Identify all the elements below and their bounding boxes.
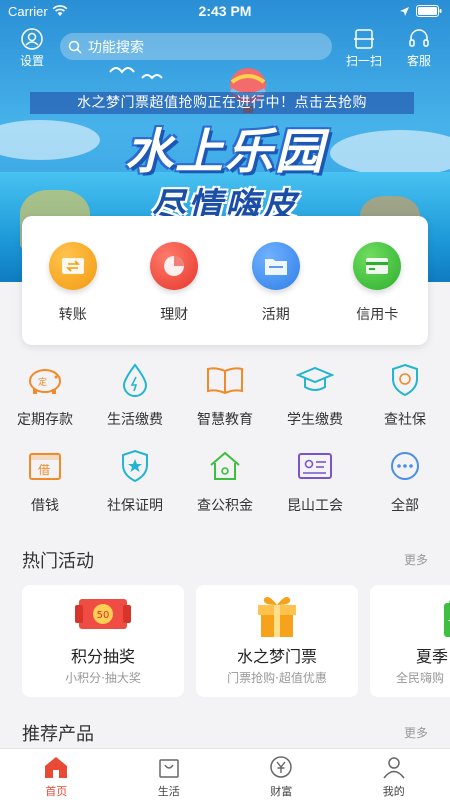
service-kunshan-union[interactable]: 昆山工会	[270, 448, 360, 534]
recommended-title: 推荐产品	[22, 724, 94, 745]
tab-home[interactable]: 首页	[0, 749, 113, 800]
service-label: 全部	[391, 498, 419, 514]
customer-service-button[interactable]: 客服	[399, 28, 439, 69]
activity-title: 积分抽奖	[70, 647, 135, 666]
id-card-icon	[295, 448, 335, 484]
quick-action-label: 理财	[160, 307, 189, 323]
settings-button[interactable]: 设置	[12, 28, 52, 69]
tab-wealth[interactable]: 财富	[225, 749, 338, 800]
quick-actions-card: 转账 理财 活期 信用卡	[22, 216, 428, 345]
water-drop-icon	[115, 362, 155, 398]
shopping-bag-icon	[370, 593, 450, 639]
promo-marquee[interactable]: 水之梦门票超值抢购正在进行中！点击去抢购	[30, 92, 414, 114]
piggy-bank-icon: 定	[25, 362, 65, 398]
credit-card-icon	[353, 242, 402, 290]
activity-card-lottery[interactable]: 50 积分抽奖 小积分·抽大奖	[22, 585, 184, 697]
service-social-certificate[interactable]: 社保证明	[90, 448, 180, 534]
quick-action-credit-card[interactable]: 信用卡	[327, 216, 429, 345]
service-label: 客服	[406, 54, 431, 68]
service-borrow[interactable]: 借 借钱	[0, 448, 90, 534]
tab-life[interactable]: 生活	[113, 749, 226, 800]
service-fixed-deposit[interactable]: 定 定期存款	[0, 362, 90, 448]
status-bar: Carrier 2:43 PM	[0, 0, 450, 22]
yuan-coin-icon	[270, 756, 292, 778]
quick-action-label: 活期	[261, 307, 290, 323]
scan-label: 扫一扫	[345, 54, 382, 68]
search-input[interactable]: 功能搜索	[60, 33, 332, 60]
shield-icon	[385, 362, 425, 398]
scan-icon	[354, 29, 374, 49]
services-grid: 定 定期存款 生活缴费 智慧教育 学生缴费 查社保 借 借钱 社保证明 查公积金…	[0, 362, 450, 534]
service-label: 查公积金	[197, 498, 253, 514]
service-label: 社保证明	[107, 498, 163, 514]
house-icon	[205, 448, 245, 484]
tab-bar: 首页 生活 财富 我的	[0, 748, 450, 800]
transfer-icon	[48, 242, 97, 290]
headset-icon	[409, 29, 429, 47]
service-housing-fund[interactable]: 查公积金	[180, 448, 270, 534]
activity-card-water-park-ticket[interactable]: 水之梦门票 门票抢购·超值优惠	[196, 585, 358, 697]
service-label: 定期存款	[17, 412, 73, 428]
service-label: 昆山工会	[287, 498, 343, 514]
tab-label: 我的	[382, 785, 405, 798]
activity-subtitle: 全民嗨购	[396, 671, 445, 685]
quick-action-transfer[interactable]: 转账	[22, 216, 124, 345]
banner-headline: 水上乐园 尽情嗨皮	[60, 112, 390, 227]
star-shield-icon	[115, 448, 155, 484]
recommended-more-link[interactable]: 更多	[404, 724, 428, 741]
home-icon	[45, 757, 68, 778]
activity-subtitle: 小积分·抽大奖	[65, 671, 141, 685]
more-dots-icon	[385, 448, 425, 484]
top-nav: 设置 功能搜索 扫一扫 客服	[0, 28, 450, 68]
activity-title: 水之梦门票	[236, 647, 317, 666]
service-label: 生活缴费	[107, 412, 163, 428]
borrow-icon: 借	[25, 448, 65, 484]
tab-label: 首页	[45, 785, 68, 798]
settings-label: 设置	[19, 54, 44, 68]
service-utility-payment[interactable]: 生活缴费	[90, 362, 180, 448]
svg-text:借: 借	[38, 463, 50, 477]
search-placeholder: 功能搜索	[88, 39, 144, 56]
graduation-cap-icon	[295, 362, 335, 398]
svg-text:定: 定	[38, 376, 47, 388]
service-label: 查社保	[384, 412, 426, 428]
activity-card-summer[interactable]: 夏季 全民嗨购	[370, 585, 450, 697]
tab-label: 财富	[270, 785, 293, 798]
gift-box-icon	[196, 593, 358, 639]
scan-button[interactable]: 扫一扫	[344, 28, 384, 69]
hot-activities-title: 热门活动	[22, 551, 94, 572]
service-label: 学生缴费	[287, 412, 343, 428]
service-social-security[interactable]: 查社保	[360, 362, 450, 448]
hot-activities-more-link[interactable]: 更多	[404, 551, 428, 568]
pie-chart-icon	[150, 242, 199, 290]
red-envelope-icon: 50	[22, 593, 184, 637]
tab-mine[interactable]: 我的	[338, 749, 450, 800]
quick-action-current[interactable]: 活期	[225, 216, 327, 345]
quick-action-label: 信用卡	[356, 307, 399, 323]
service-student-payment[interactable]: 学生缴费	[270, 362, 360, 448]
search-icon	[68, 40, 82, 54]
quick-action-label: 转账	[58, 307, 87, 323]
service-smart-education[interactable]: 智慧教育	[180, 362, 270, 448]
quick-action-wealth[interactable]: 理财	[124, 216, 226, 345]
service-label: 智慧教育	[197, 412, 253, 428]
user-icon	[383, 757, 405, 779]
banner-title: 水上乐园	[124, 124, 325, 180]
activity-title: 夏季	[416, 647, 449, 666]
tab-label: 生活	[157, 785, 180, 798]
user-circle-icon	[21, 28, 43, 50]
service-all[interactable]: 全部	[360, 448, 450, 534]
lottery-badge: 50	[97, 610, 110, 621]
service-label: 借钱	[31, 498, 59, 514]
shopping-bag-tab-icon	[159, 759, 179, 778]
open-book-icon	[205, 362, 245, 398]
activity-subtitle: 门票抢购·超值优惠	[227, 671, 327, 685]
status-time: 2:43 PM	[198, 3, 252, 19]
folder-icon	[251, 242, 300, 290]
